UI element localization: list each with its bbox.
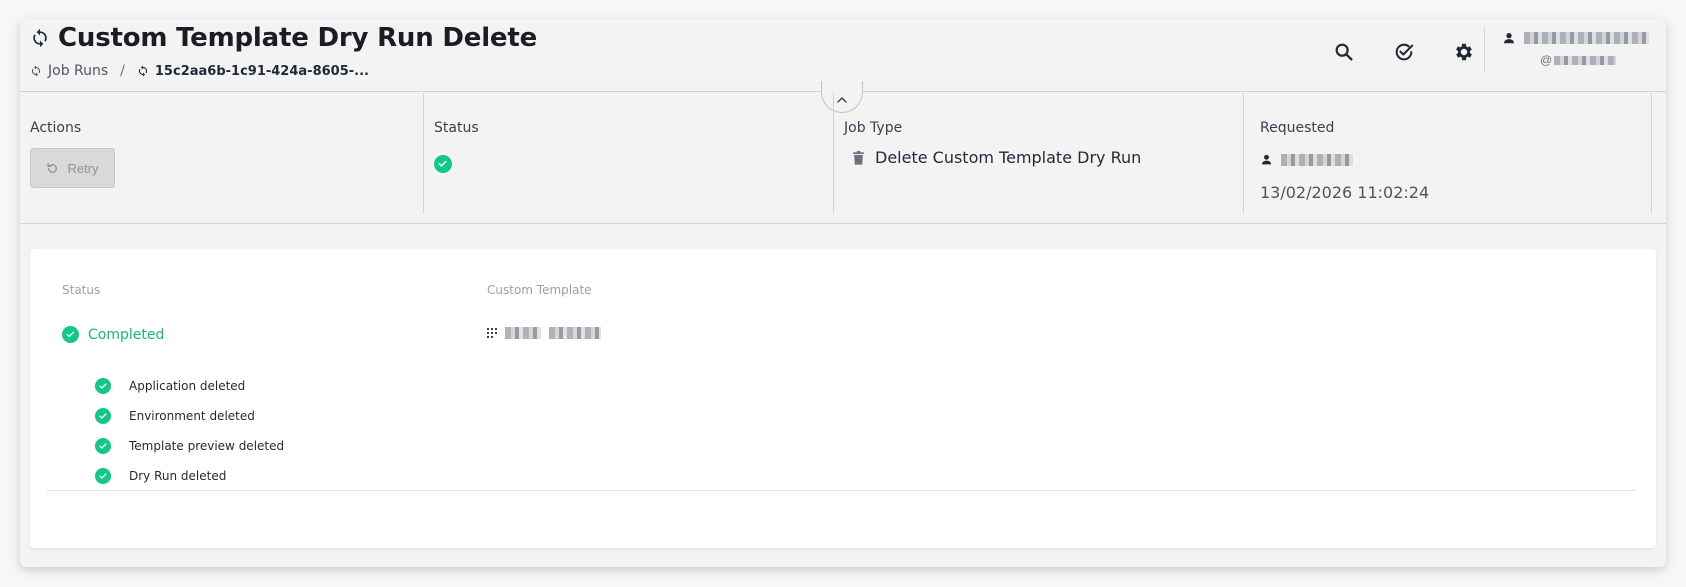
job-summary: Actions Retry Status Job Type Delete Cus… <box>20 93 1666 224</box>
job-details-card: Status Custom Template Completed Applica… <box>30 249 1656 548</box>
user-name-row <box>1502 31 1652 45</box>
step-label: Application deleted <box>129 379 246 393</box>
template-icon <box>487 328 497 338</box>
retry-button[interactable]: Retry <box>30 148 115 188</box>
user-handle: @ <box>1540 53 1652 67</box>
header-divider <box>1484 27 1485 73</box>
sync-icon <box>33 28 47 48</box>
redacted-user-handle <box>1554 55 1617 65</box>
breadcrumb-job-runs[interactable]: Job Runs <box>48 63 108 79</box>
list-item: Template preview deleted <box>95 431 284 461</box>
redacted-template-name <box>549 327 601 339</box>
gear-icon <box>1456 43 1472 61</box>
settings-button[interactable] <box>1450 38 1478 66</box>
divider <box>46 490 1636 491</box>
requested-column: Requested 13/02/2026 11:02:24 <box>1244 93 1652 213</box>
job-run-window: Custom Template Dry Run Delete Job Runs … <box>20 19 1666 567</box>
list-item: Environment deleted <box>95 401 284 431</box>
check-circle-icon <box>1395 43 1414 61</box>
redacted-template-name <box>505 327 541 339</box>
requested-label: Requested <box>1260 120 1335 136</box>
completed-status-text: Completed <box>88 326 165 343</box>
breadcrumb: Job Runs / 15c2aa6b-1c91-424a-8605-... <box>30 63 369 79</box>
job-type-label: Job Type <box>844 120 903 136</box>
trash-icon <box>853 150 864 165</box>
user-handle-prefix: @ <box>1540 53 1553 67</box>
step-list: Application deleted Environment deleted … <box>95 371 284 491</box>
retry-icon <box>47 162 58 173</box>
redacted-requester-name <box>1281 153 1353 166</box>
success-check-icon <box>95 378 111 394</box>
breadcrumb-current-run: 15c2aa6b-1c91-424a-8605-... <box>154 63 369 79</box>
retry-label: Retry <box>67 160 99 176</box>
success-check-icon <box>95 408 111 424</box>
actions-label: Actions <box>30 120 82 136</box>
job-type-value: Delete Custom Template Dry Run <box>852 148 1141 167</box>
requested-date: 13/02/2026 11:02:24 <box>1260 183 1430 202</box>
custom-template-link[interactable] <box>487 327 601 339</box>
list-item: Application deleted <box>95 371 284 401</box>
success-check-icon <box>95 438 111 454</box>
requested-by <box>1260 153 1353 166</box>
list-item: Dry Run deleted <box>95 461 284 491</box>
search-button[interactable] <box>1330 38 1358 66</box>
step-label: Template preview deleted <box>129 439 285 453</box>
completed-status: Completed <box>62 326 164 343</box>
job-type-column: Job Type Delete Custom Template Dry Run <box>834 93 1244 213</box>
job-type-text: Delete Custom Template Dry Run <box>875 148 1142 167</box>
success-check-icon <box>434 155 452 173</box>
actions-column: Actions Retry <box>20 93 424 213</box>
redacted-user-name <box>1524 32 1649 44</box>
header-actions <box>1330 38 1478 66</box>
approvals-button[interactable] <box>1390 38 1418 66</box>
step-label: Environment deleted <box>129 409 255 423</box>
sync-icon <box>138 65 147 77</box>
step-label: Dry Run deleted <box>129 469 227 483</box>
user-icon <box>1261 154 1272 165</box>
status-label: Status <box>434 120 479 136</box>
breadcrumb-separator: / <box>120 63 125 79</box>
user-icon <box>1504 33 1514 44</box>
user-menu[interactable]: @ <box>1502 31 1652 67</box>
status-column: Status <box>424 93 834 213</box>
custom-template-label: Custom Template <box>487 283 592 297</box>
sync-icon <box>31 65 41 77</box>
page-title: Custom Template Dry Run Delete <box>58 23 538 53</box>
success-check-icon <box>62 326 79 343</box>
search-icon <box>1335 43 1353 61</box>
success-check-icon <box>95 468 111 484</box>
details-status-label: Status <box>62 283 101 297</box>
title-row: Custom Template Dry Run Delete <box>30 23 537 53</box>
